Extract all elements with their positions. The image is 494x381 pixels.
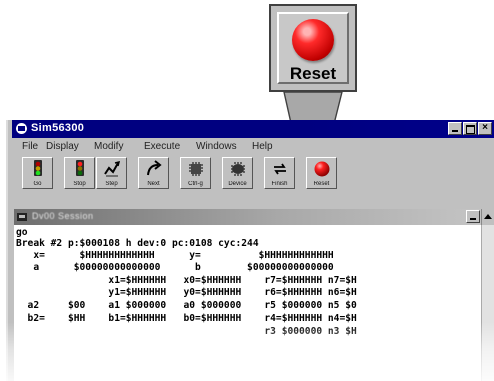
console-output[interactable]: go Break #2 p:$000108 h dev:0 pc:0108 cy… xyxy=(14,226,482,381)
stop-label: Stop xyxy=(73,181,86,187)
console-line: x= $HHHHHHHHHHHH y= $HHHHHHHHHHHH xyxy=(16,250,334,261)
console-line: x1=$HHHHHH x0=$HHHHHH r7=$HHHHHH n7=$H xyxy=(16,275,357,286)
app-icon xyxy=(16,123,27,134)
menu-help[interactable]: Help xyxy=(252,141,273,152)
finish-button[interactable]: Finish xyxy=(264,157,295,189)
session-title: Dv00 Session xyxy=(32,211,94,221)
finish-label: Finish xyxy=(271,181,288,187)
step-button[interactable]: Step xyxy=(96,157,127,189)
menu-file[interactable]: File xyxy=(22,141,38,152)
reset-big-led-icon xyxy=(292,19,334,61)
step-icon xyxy=(104,160,121,177)
session-window: Dv00 Session go Break #2 p:$000108 h dev… xyxy=(14,209,494,381)
console-line: b2= $HH b1=$HHHHHH b0=$HHHHHH r4=$HHHHHH… xyxy=(16,313,357,324)
console-line: a $00000000000000 b $00000000000000 xyxy=(16,262,334,273)
title-bar[interactable]: Sim56300 × xyxy=(12,120,494,138)
console-line: go xyxy=(16,227,28,238)
menu-bar: File Display Modify Execute Windows Help xyxy=(12,139,494,155)
finish-loop-icon xyxy=(274,163,286,175)
device-chip-icon xyxy=(231,162,245,176)
vertical-scrollbar[interactable] xyxy=(481,225,494,381)
traffic-light-green-icon xyxy=(34,160,42,176)
ctrl-g-button[interactable]: Ctrl-g xyxy=(180,157,211,189)
session-minimize-button[interactable] xyxy=(466,210,480,223)
minimize-button[interactable] xyxy=(448,122,462,135)
console-line: Break #2 p:$000108 h dev:0 pc:0108 cyc:2… xyxy=(16,238,259,249)
close-button[interactable]: × xyxy=(478,122,492,135)
next-label: Next xyxy=(147,181,160,187)
device-label: Device xyxy=(228,181,247,187)
menu-modify[interactable]: Modify xyxy=(94,141,123,152)
reset-callout-label: Reset xyxy=(289,64,337,83)
menu-windows[interactable]: Windows xyxy=(196,141,237,152)
scroll-up-arrow-icon[interactable] xyxy=(481,209,494,225)
traffic-light-red-icon xyxy=(76,160,84,176)
go-button[interactable]: Go xyxy=(22,157,53,189)
device-button[interactable]: Device xyxy=(222,157,253,189)
session-icon xyxy=(17,213,27,221)
reset-button[interactable]: Reset xyxy=(306,157,337,189)
reset-label: Reset xyxy=(313,181,330,187)
console-line: r3 $000000 n3 $H xyxy=(16,326,357,337)
window-title: Sim56300 xyxy=(31,122,85,134)
reset-led-icon xyxy=(314,161,330,177)
console-line: y1=$HHHHHH y0=$HHHHHH r6=$HHHHHH n6=$H xyxy=(16,287,357,298)
maximize-button[interactable] xyxy=(463,122,477,135)
reset-callout: Reset xyxy=(269,4,357,92)
next-arrow-icon xyxy=(147,160,162,176)
menu-execute[interactable]: Execute xyxy=(144,141,180,152)
next-button[interactable]: Next xyxy=(138,157,169,189)
toolbar: Go Stop Step Next Ctrl-g Device Finish R… xyxy=(12,157,342,189)
menu-display[interactable]: Display xyxy=(46,141,79,152)
session-title-bar[interactable]: Dv00 Session xyxy=(14,209,494,225)
step-label: Step xyxy=(105,181,118,187)
dsp-chip-icon xyxy=(189,162,203,176)
ctrl-g-label: Ctrl-g xyxy=(188,181,203,187)
reset-callout-button[interactable]: Reset xyxy=(277,12,349,84)
stop-button[interactable]: Stop xyxy=(64,157,95,189)
go-label: Go xyxy=(33,181,42,187)
console-line: a2 $00 a1 $000000 a0 $000000 r5 $000000 … xyxy=(16,300,357,311)
